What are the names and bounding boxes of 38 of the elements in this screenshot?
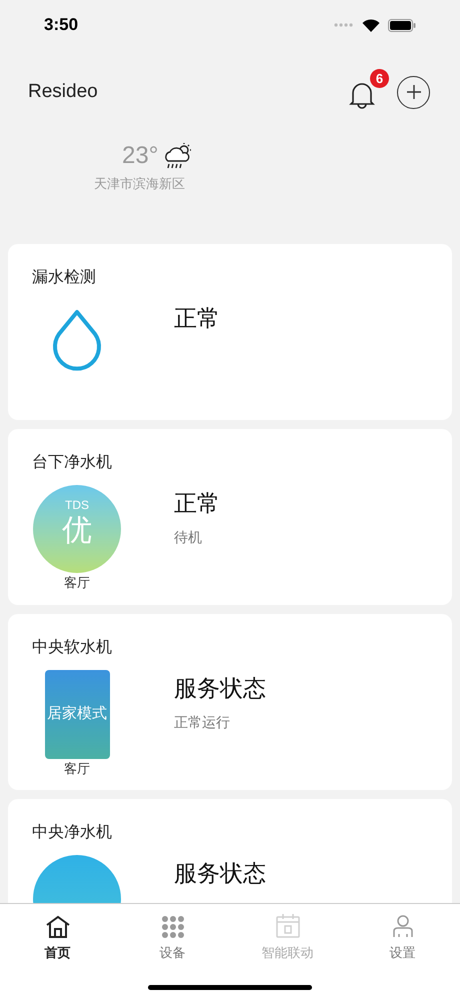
device-name: 中央软水机 [32, 638, 113, 658]
device-status: 服务状态 [174, 674, 266, 703]
device-name: 台下净水机 [32, 452, 113, 473]
tds-label: TDS [65, 497, 89, 513]
person-icon [392, 914, 414, 938]
calendar-icon [274, 912, 300, 938]
device-card[interactable]: 漏水检测 正常 [8, 244, 452, 420]
device-status: 服务状态 [174, 859, 266, 888]
add-button[interactable] [397, 76, 430, 108]
rain-cloud-icon [162, 142, 192, 170]
tab-item[interactable]: 设置 [345, 914, 460, 962]
temperature: 23° [122, 141, 158, 171]
device-card[interactable]: 中央净水机 服务状态 [8, 799, 452, 903]
grid-icon [160, 914, 184, 938]
device-card[interactable]: 中央软水机 居家模式 客厅 服务状态 正常运行 [8, 614, 452, 790]
device-card[interactable]: 台下净水机 TDS 优 客厅 正常 待机 [8, 429, 452, 605]
home-icon [44, 914, 70, 938]
device-name: 中央净水机 [32, 822, 113, 843]
mode-label: 居家模式 [47, 704, 107, 724]
battery-icon [388, 18, 416, 32]
status-time: 3:50 [44, 14, 78, 36]
app-title: Resideo [28, 80, 98, 104]
tab-item[interactable]: 设备 [115, 914, 230, 962]
device-name: 漏水检测 [32, 268, 97, 288]
notification-count: 6 [370, 69, 389, 88]
location: 天津市滨海新区 [94, 175, 185, 193]
device-detail: 正常运行 [174, 713, 231, 732]
device-status: 正常 [174, 489, 220, 518]
device-detail: 待机 [174, 528, 203, 547]
wifi-icon [362, 18, 380, 32]
plus-icon [406, 85, 420, 99]
room-label: 客厅 [64, 760, 90, 778]
room-label: 客厅 [64, 574, 90, 592]
cellular-signal-icon [334, 23, 354, 27]
bell-icon [349, 81, 375, 109]
tab-item[interactable]: 首页 [0, 914, 115, 962]
tds-value: 优 [62, 513, 92, 549]
device-status: 正常 [174, 304, 220, 333]
